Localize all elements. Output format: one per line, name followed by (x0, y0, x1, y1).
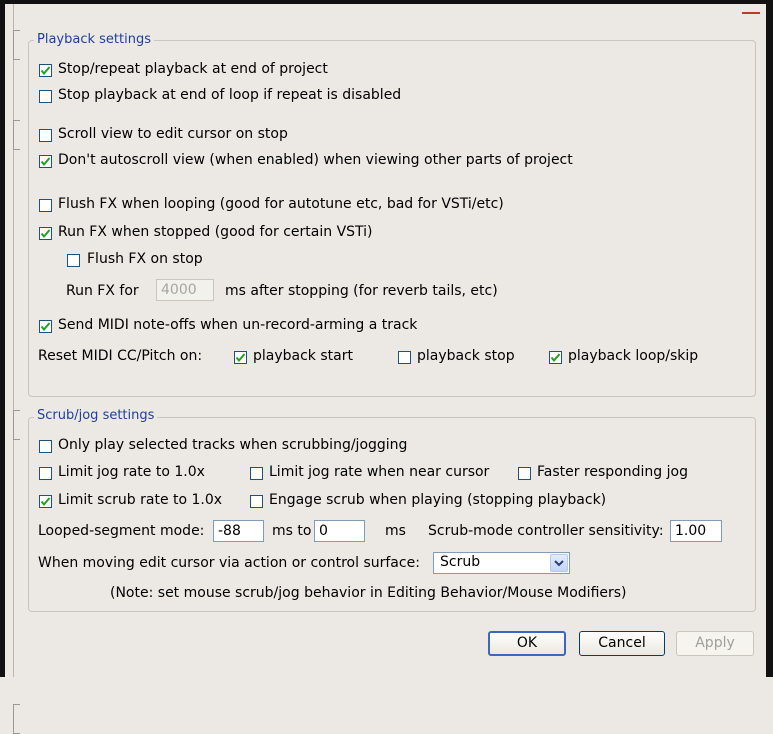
mouse-note: (Note: set mouse scrub/jog behavior in E… (110, 585, 627, 601)
looped-segment-label: Looped-segment mode: (38, 523, 205, 539)
scroll-view-edit-checkbox[interactable] (39, 129, 52, 142)
check-mark-icon (40, 157, 51, 167)
check-mark-icon (40, 229, 51, 239)
reset-playback-stop-checkbox[interactable] (398, 351, 411, 364)
faster-jog-checkbox[interactable] (518, 467, 531, 480)
apply-button[interactable]: Apply (676, 631, 754, 656)
limit-scrub-rate-checkbox[interactable] (39, 495, 52, 508)
ms-label: ms (385, 523, 406, 539)
engage-scrub-checkbox[interactable] (250, 495, 263, 508)
flush-fx-stop-checkbox[interactable] (67, 254, 80, 267)
chevron-down-icon[interactable] (550, 554, 568, 572)
sensitivity-input[interactable]: 1.00 (670, 520, 722, 542)
scrub-jog-settings-legend: Scrub/jog settings (34, 408, 158, 423)
run-fx-for-input[interactable]: 4000 (156, 279, 214, 301)
sensitivity-label: Scrub-mode controller sensitivity: (428, 523, 664, 539)
limit-jog-rate-label[interactable]: Limit jog rate to 1.0x (58, 464, 205, 480)
looped-from-input[interactable]: -88 (213, 520, 264, 542)
ok-button[interactable]: OK (488, 631, 566, 656)
reset-midi-label: Reset MIDI CC/Pitch on: (38, 348, 203, 364)
moving-edit-select[interactable]: Scrub (433, 552, 570, 574)
tree-bracket (13, 410, 20, 440)
playback-settings-legend: Playback settings (34, 32, 154, 47)
run-fx-for-suffix: ms after stopping (for reverb tails, etc… (225, 283, 498, 299)
check-mark-icon (40, 322, 51, 332)
check-mark-icon (40, 497, 51, 507)
check-mark-icon (550, 353, 561, 363)
engage-scrub-label[interactable]: Engage scrub when playing (stopping play… (269, 492, 606, 508)
moving-edit-label: When moving edit cursor via action or co… (38, 555, 420, 571)
run-fx-stopped-label[interactable]: Run FX when stopped (good for certain VS… (58, 224, 373, 240)
run-fx-stopped-checkbox[interactable] (39, 227, 52, 240)
scroll-view-edit-label[interactable]: Scroll view to edit cursor on stop (58, 126, 288, 142)
limit-scrub-rate-label[interactable]: Limit scrub rate to 1.0x (58, 492, 222, 508)
only-selected-checkbox[interactable] (39, 440, 52, 453)
stop-repeat-end-checkbox[interactable] (39, 64, 52, 77)
tree-bracket (13, 704, 20, 734)
flush-fx-looping-label[interactable]: Flush FX when looping (good for autotune… (58, 196, 504, 212)
reset-playback-start-checkbox[interactable] (234, 351, 247, 364)
window-top-border (0, 0, 773, 4)
run-fx-for-label: Run FX for (66, 283, 139, 299)
dont-autoscroll-label[interactable]: Don't autoscroll view (when enabled) whe… (58, 152, 573, 168)
cancel-button[interactable]: Cancel (579, 631, 665, 656)
close-icon[interactable] (740, 4, 762, 14)
stop-end-loop-label[interactable]: Stop playback at end of loop if repeat i… (58, 87, 401, 103)
window-right-border (766, 0, 773, 677)
reset-playback-stop-label[interactable]: playback stop (417, 348, 515, 364)
reset-playback-start-label[interactable]: playback start (253, 348, 353, 364)
flush-fx-looping-checkbox[interactable] (39, 199, 52, 212)
check-mark-icon (40, 66, 51, 76)
moving-edit-select-value: Scrub (440, 554, 481, 570)
looped-to-input[interactable]: 0 (314, 520, 365, 542)
limit-jog-near-label[interactable]: Limit jog rate when near cursor (269, 464, 489, 480)
ms-to-label: ms to (272, 523, 312, 539)
reset-playback-loop-checkbox[interactable] (549, 351, 562, 364)
check-mark-icon (235, 353, 246, 363)
only-selected-label[interactable]: Only play selected tracks when scrubbing… (58, 437, 407, 453)
send-midi-noteoffs-checkbox[interactable] (39, 320, 52, 333)
limit-jog-rate-checkbox[interactable] (39, 467, 52, 480)
reset-playback-loop-label[interactable]: playback loop/skip (568, 348, 698, 364)
stop-repeat-end-label[interactable]: Stop/repeat playback at end of project (58, 61, 328, 77)
stop-end-loop-checkbox[interactable] (39, 90, 52, 103)
tree-bracket (13, 120, 20, 150)
flush-fx-stop-label[interactable]: Flush FX on stop (87, 251, 203, 267)
send-midi-noteoffs-label[interactable]: Send MIDI note-offs when un-record-armin… (58, 317, 417, 333)
faster-jog-label[interactable]: Faster responding jog (537, 464, 688, 480)
tree-bracket (13, 30, 20, 60)
preferences-tree-edge (5, 4, 20, 734)
dont-autoscroll-checkbox[interactable] (39, 155, 52, 168)
limit-jog-near-checkbox[interactable] (250, 467, 263, 480)
